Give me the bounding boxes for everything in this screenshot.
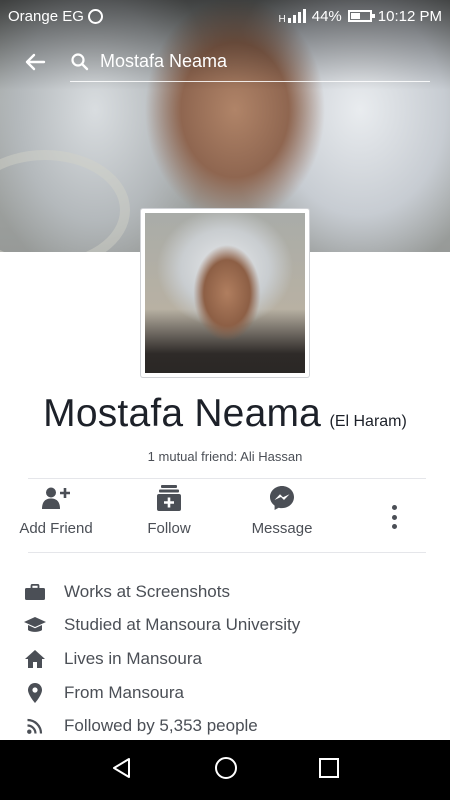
profile-picture[interactable] (141, 209, 309, 377)
search-icon (71, 52, 89, 70)
search-input[interactable] (100, 51, 400, 72)
more-dot-icon (391, 514, 397, 520)
nav-back-button[interactable] (111, 757, 133, 784)
carrier-name: Orange EG (8, 7, 84, 25)
briefcase-icon (0, 583, 64, 600)
status-bar: Orange EG H 44% 10:12 PM (0, 0, 450, 32)
messenger-icon (269, 486, 295, 510)
profile-photo-image (145, 213, 305, 373)
graduation-cap-icon (0, 617, 64, 633)
mutual-friends-link[interactable]: 1 mutual friend: Ali Hassan (0, 449, 450, 464)
circle-home-icon (214, 756, 237, 779)
intro-followers-text: Followed by 5,353 people (64, 716, 258, 736)
triangle-back-icon (112, 757, 130, 778)
add-friend-label: Add Friend (19, 520, 93, 537)
intro-lives[interactable]: Lives in Mansoura (0, 642, 450, 676)
divider-top (28, 478, 426, 479)
intro-work-text: Works at Screenshots (64, 581, 230, 601)
clock: 10:12 PM (377, 7, 442, 25)
intro-from[interactable]: From Mansoura (0, 676, 450, 710)
more-dot-icon (391, 524, 397, 529)
rss-icon (0, 718, 64, 735)
follow-icon (157, 485, 181, 511)
battery-percent: 44% (311, 7, 342, 25)
square-recents-icon (319, 757, 340, 778)
intro-work[interactable]: Works at Screenshots (0, 575, 450, 609)
whatsapp-notification-icon (87, 8, 103, 24)
android-nav-bar (0, 740, 450, 800)
back-arrow-icon (25, 53, 46, 71)
battery-icon (347, 10, 375, 22)
cover-stamp-decoration (0, 150, 130, 252)
message-label: Message (251, 520, 313, 537)
nav-recents-button[interactable] (319, 757, 340, 783)
intro-from-text: From Mansoura (64, 682, 184, 702)
more-options-button[interactable] (382, 502, 406, 532)
home-icon (0, 649, 64, 668)
network-type: H (278, 13, 286, 25)
divider-bottom (28, 552, 426, 553)
follow-label: Follow (147, 520, 191, 537)
more-dot-icon (391, 505, 397, 510)
profile-actions: Add Friend Follow Message (0, 485, 450, 550)
intro-followers[interactable]: Followed by 5,353 people (0, 709, 450, 743)
back-button[interactable] (0, 40, 70, 84)
message-button[interactable]: Message (226, 486, 338, 550)
follow-button[interactable]: Follow (113, 485, 225, 550)
add-friend-button[interactable]: Add Friend (0, 486, 112, 550)
carrier-group: Orange EG (8, 8, 103, 25)
intro-lives-text: Lives in Mansoura (64, 648, 202, 668)
alternate-name: (El Haram) (329, 413, 407, 430)
nav-home-button[interactable] (214, 756, 238, 785)
search-header (0, 40, 450, 84)
intro-education-text: Studied at Mansoura University (64, 615, 301, 635)
location-pin-icon (0, 682, 64, 703)
intro-education[interactable]: Studied at Mansoura University (0, 609, 450, 643)
search-field[interactable] (70, 42, 430, 82)
add-friend-icon (41, 486, 71, 510)
profile-name-block: Mostafa Neama (El Haram) (0, 392, 450, 436)
status-right-group: H 44% 10:12 PM (279, 8, 442, 25)
intro-details-list: Works at Screenshots Studied at Mansoura… (0, 575, 450, 743)
profile-name: Mostafa Neama (43, 392, 322, 435)
signal-icon (287, 9, 306, 23)
